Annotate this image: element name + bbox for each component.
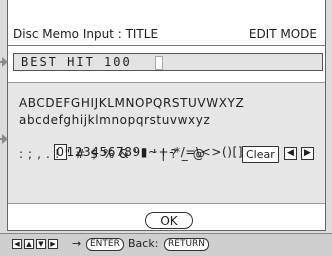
footer-hint-bar: ◀ ▲ ▼ ▶ → ENTER Back: RETURN bbox=[0, 233, 332, 256]
text-cursor bbox=[155, 56, 163, 70]
dialog-title: Disc Memo Input : TITLE bbox=[13, 27, 159, 41]
ok-button[interactable]: OK bbox=[145, 212, 193, 229]
nav-keys: ◀ ▲ ▼ ▶ bbox=[12, 239, 58, 249]
field-pointer-icon bbox=[2, 57, 8, 67]
char-row-symbols[interactable]: : ; , . ! " # $ % & ' ` ' | ? _ @ bbox=[19, 147, 205, 161]
mode-label: EDIT MODE bbox=[248, 27, 317, 41]
memo-input-field[interactable]: BEST HIT 100 bbox=[13, 53, 323, 71]
left-key-icon: ◀ bbox=[12, 239, 22, 249]
return-key-label: RETURN bbox=[164, 238, 210, 251]
back-label: Back: bbox=[128, 237, 159, 250]
char-row-lowercase[interactable]: abcdefghijklmnopqrstuvwxyz bbox=[19, 113, 210, 127]
disc-memo-screen: Disc Memo Input : TITLE EDIT MODE BEST H… bbox=[0, 0, 332, 256]
enter-key-label: ENTER bbox=[86, 238, 124, 251]
right-arrow-icon[interactable]: ▶ bbox=[301, 147, 314, 160]
left-arrow-icon[interactable]: ◀ bbox=[284, 147, 297, 160]
hint-arrow: → bbox=[72, 237, 82, 250]
down-key-icon: ▼ bbox=[36, 239, 46, 249]
dialog-panel: Disc Memo Input : TITLE EDIT MODE BEST H… bbox=[0, 0, 326, 231]
title-divider bbox=[8, 45, 325, 46]
row-pointer-icon bbox=[2, 134, 8, 144]
right-key-icon: ▶ bbox=[48, 239, 58, 249]
clear-button[interactable]: Clear bbox=[242, 146, 279, 163]
char-row-uppercase[interactable]: ABCDEFGHIJKLMNOPQRSTUVWXYZ bbox=[19, 96, 244, 110]
character-grid: ABCDEFGHIJKLMNOPQRSTUVWXYZ abcdefghijklm… bbox=[0, 82, 325, 204]
up-key-icon: ▲ bbox=[24, 239, 34, 249]
memo-input-value: BEST HIT 100 bbox=[21, 55, 132, 69]
